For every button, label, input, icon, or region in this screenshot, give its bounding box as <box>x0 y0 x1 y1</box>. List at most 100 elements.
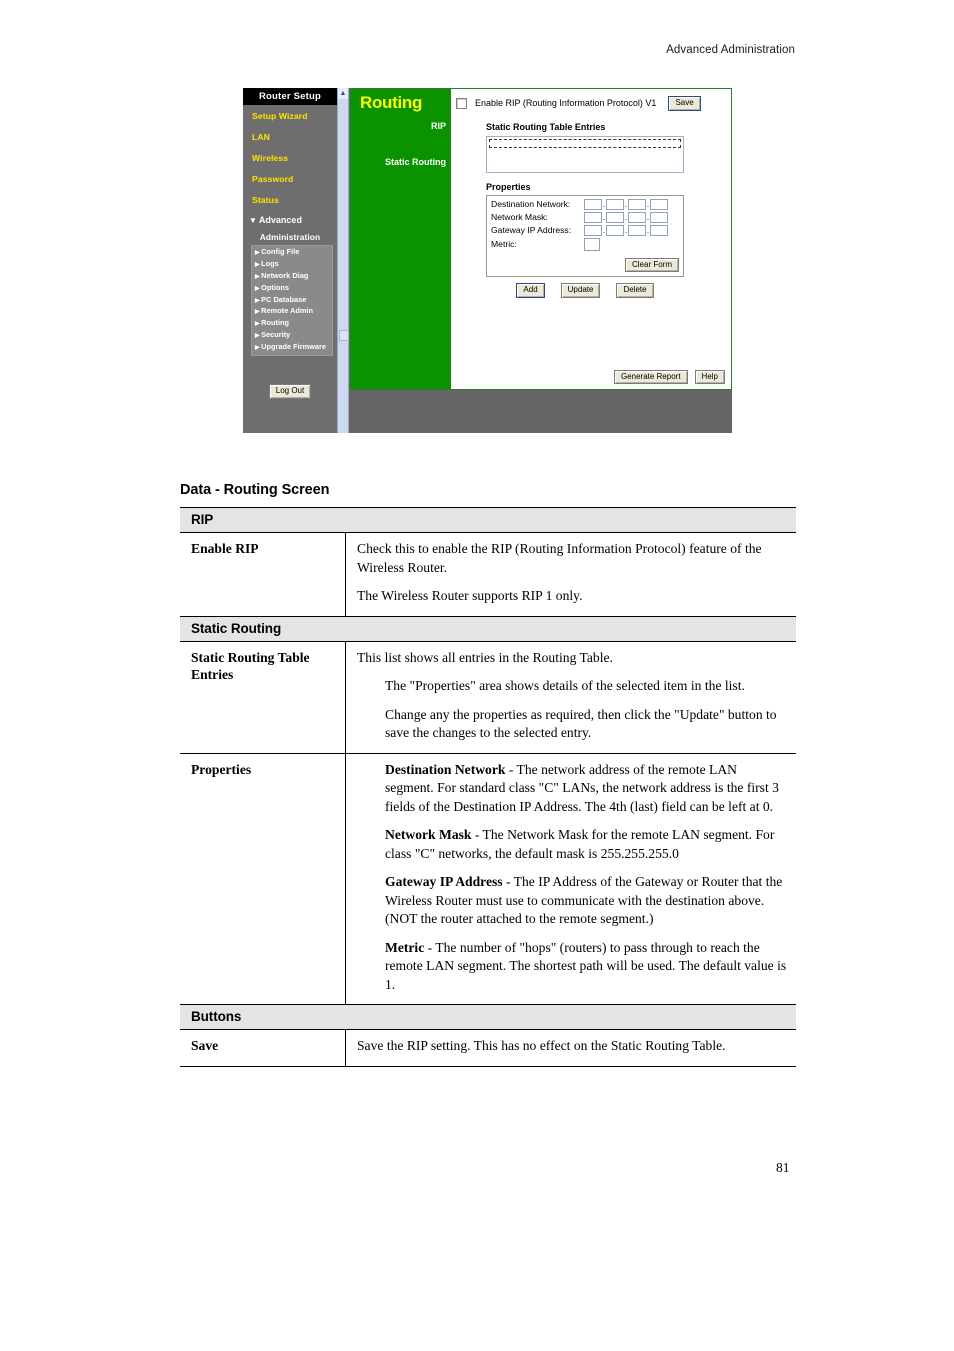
section-header-row: Static Routing <box>180 615 796 642</box>
routing-page: Routing RIP Static Routing Enable RIP (R… <box>350 88 732 390</box>
gateway-ip-octet-3[interactable] <box>628 224 646 236</box>
table-row: Enable RIP Check this to enable the RIP … <box>180 532 796 617</box>
gateway-ip-address-row: Gateway IP Address: . . . <box>491 224 679 236</box>
sidebar-item-advanced[interactable]: ▼ Advanced <box>243 210 337 228</box>
router-sidebar: Router Setup Setup Wizard LAN Wireless P… <box>243 88 337 433</box>
metric-label: Metric: <box>491 239 517 249</box>
metric-input[interactable] <box>584 237 600 251</box>
destination-network-octet-3[interactable] <box>628 198 646 210</box>
arrow-right-icon: ▶ <box>255 250 260 257</box>
chevron-down-icon: ▼ <box>249 216 257 225</box>
section-heading-rip: RIP <box>180 507 796 533</box>
network-mask-octet-2[interactable] <box>606 211 624 223</box>
destination-network-octet-1[interactable] <box>584 198 602 210</box>
paragraph: The "Properties" area shows details of t… <box>385 678 745 693</box>
action-button-row: Add Update Delete <box>486 283 684 298</box>
sidebar-item-setup-wizard[interactable]: Setup Wizard <box>243 105 337 126</box>
logout-container: Log Out <box>243 380 337 399</box>
paragraph: Change any the properties as required, t… <box>385 706 777 741</box>
term-destination-network: Destination Network <box>385 761 506 777</box>
sidebar-subheading-administration: Administration <box>259 232 321 242</box>
network-mask-octet-4[interactable] <box>650 211 668 223</box>
section-heading-static-routing: Static Routing <box>180 615 796 642</box>
paragraph: This list shows all entries in the Routi… <box>357 649 613 665</box>
sidebar-item-routing[interactable]: ▶ Routing <box>252 318 332 330</box>
section-heading-buttons: Buttons <box>180 1004 796 1030</box>
save-rip-button[interactable]: Save <box>668 96 701 111</box>
label-rip: RIP <box>430 121 446 131</box>
router-ui-screenshot: Router Setup Setup Wizard LAN Wireless P… <box>243 88 732 433</box>
sidebar-item-config-file[interactable]: ▶ Config File <box>252 247 332 259</box>
sidebar-item-lan[interactable]: LAN <box>243 126 337 147</box>
row-description-properties: Destination Network - The network addres… <box>345 753 796 1005</box>
sidebar-item-security-label: Security <box>261 329 291 339</box>
sidebar-item-logs[interactable]: ▶ Logs <box>252 259 332 271</box>
row-description-static-routing-table-entries: This list shows all entries in the Routi… <box>345 641 796 754</box>
sidebar-item-security[interactable]: ▶ Security <box>252 329 332 341</box>
data-table: RIP Enable RIP Check this to enable the … <box>180 507 796 1067</box>
gateway-ip-octet-4[interactable] <box>650 224 668 236</box>
paragraph: Save the RIP setting. This has no effect… <box>357 1038 726 1053</box>
table-row: Static Routing Table Entries This list s… <box>180 641 796 754</box>
section-header-row: Buttons <box>180 1004 796 1030</box>
help-button[interactable]: Help <box>694 369 725 384</box>
destination-network-row: Destination Network: . . . <box>491 198 679 210</box>
network-mask-octet-3[interactable] <box>628 211 646 223</box>
metric-row: Metric: <box>491 237 679 251</box>
network-mask-row: Network Mask: . . . <box>491 211 679 223</box>
delete-button[interactable]: Delete <box>616 283 654 298</box>
arrow-right-icon: ▶ <box>255 262 260 269</box>
paragraph-metric: Metric - The number of "hops" (routers) … <box>385 939 788 995</box>
listbox-selected-row[interactable] <box>489 138 681 148</box>
scroll-up-arrow-icon[interactable]: ▲ <box>338 88 348 99</box>
update-button[interactable]: Update <box>560 283 601 298</box>
static-routing-table-listbox[interactable] <box>486 135 684 173</box>
arrow-right-icon: ▶ <box>255 273 260 280</box>
logout-button[interactable]: Log Out <box>268 384 312 399</box>
network-mask-octet-1[interactable] <box>584 211 602 223</box>
sidebar-item-status[interactable]: Status <box>243 189 337 210</box>
page-header: Advanced Administration <box>666 44 795 56</box>
term-gateway-ip-address: Gateway IP Address <box>385 874 503 889</box>
sidebar-item-upgrade-firmware-label: Upgrade Firmware <box>261 341 327 351</box>
sidebar-item-upgrade-firmware[interactable]: ▶ Upgrade Firmware <box>252 341 332 353</box>
sidebar-item-options-label: Options <box>261 282 290 292</box>
scrollbar-thumb[interactable] <box>339 330 349 341</box>
arrow-right-icon: ▶ <box>255 309 260 316</box>
destination-network-label: Destination Network: <box>491 199 571 209</box>
sidebar-item-network-diag[interactable]: ▶ Network Diag <box>252 271 332 283</box>
sidebar-scrollbar[interactable]: ▲ <box>337 88 349 433</box>
arrow-right-icon: ▶ <box>255 332 260 339</box>
properties-heading: Properties <box>486 181 531 192</box>
row-label-properties: Properties <box>180 753 346 1005</box>
sidebar-title: Router Setup <box>243 88 337 105</box>
sidebar-item-wireless[interactable]: Wireless <box>243 147 337 168</box>
enable-rip-checkbox[interactable] <box>456 97 467 109</box>
clear-form-container: Clear Form <box>491 254 679 272</box>
page-title: Data - Routing Screen <box>180 482 330 498</box>
sidebar-item-remote-admin[interactable]: ▶ Remote Admin <box>252 306 332 318</box>
gateway-ip-address-label: Gateway IP Address: <box>491 225 572 235</box>
destination-network-octet-4[interactable] <box>650 198 668 210</box>
sidebar-item-config-file-label: Config File <box>261 247 300 257</box>
paragraph-network-mask: Network Mask - The Network Mask for the … <box>385 826 788 863</box>
sidebar-item-logs-label: Logs <box>261 259 279 269</box>
table-row: Save Save the RIP setting. This has no e… <box>180 1029 796 1067</box>
destination-network-octet-2[interactable] <box>606 198 624 210</box>
gateway-ip-octet-2[interactable] <box>606 224 624 236</box>
sidebar-item-pc-database-label: PC Database <box>261 294 307 304</box>
row-label-save: Save <box>180 1029 346 1067</box>
term-description: - The number of "hops" (routers) to pass… <box>385 939 787 992</box>
sidebar-item-pc-database[interactable]: ▶ PC Database <box>252 294 332 306</box>
arrow-right-icon: ▶ <box>255 285 260 292</box>
term-metric: Metric <box>385 939 425 955</box>
paragraph: The Wireless Router supports RIP 1 only. <box>357 588 583 603</box>
gateway-ip-octet-1[interactable] <box>584 224 602 236</box>
paragraph-destination-network: Destination Network - The network addres… <box>385 761 788 817</box>
sidebar-item-options[interactable]: ▶ Options <box>252 282 332 294</box>
clear-form-button[interactable]: Clear Form <box>624 257 679 272</box>
add-button[interactable]: Add <box>516 283 545 298</box>
sidebar-item-password[interactable]: Password <box>243 168 337 189</box>
generate-report-button[interactable]: Generate Report <box>613 369 688 384</box>
page-number: 81 <box>776 1160 790 1175</box>
